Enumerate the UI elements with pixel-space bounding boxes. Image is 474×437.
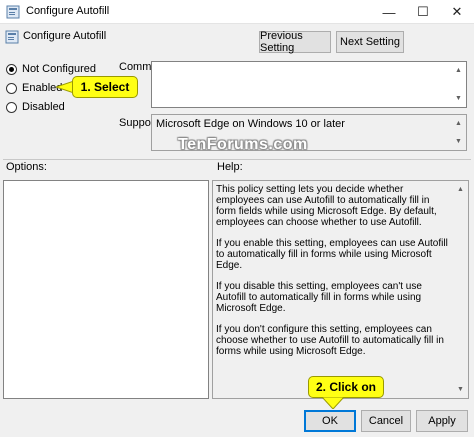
supported-scroll-down-icon[interactable]: ▼ [451, 134, 466, 149]
radio-indicator[interactable] [6, 63, 17, 75]
help-paragraph: If you enable this setting, employees ca… [216, 238, 448, 271]
previous-setting-button[interactable]: Previous Setting [259, 30, 331, 54]
ok-button[interactable]: OK [304, 410, 356, 432]
minimize-icon: — [382, 4, 396, 20]
radio-label: Not Configured [22, 63, 96, 75]
cancel-button[interactable]: Cancel [361, 410, 411, 432]
section-divider [3, 159, 471, 160]
maximize-button[interactable]: ☐ [406, 0, 440, 24]
help-paragraph: If you don't configure this setting, emp… [216, 324, 444, 357]
policy-setting-icon [5, 30, 19, 44]
radio-indicator[interactable] [6, 101, 17, 113]
radio-disabled[interactable]: Disabled [6, 100, 65, 114]
supported-scroll-up-icon[interactable]: ▲ [451, 116, 466, 131]
setting-title: Configure Autofill [23, 30, 107, 42]
window-title: Configure Autofill [26, 5, 110, 17]
title-bar: Configure Autofill — ☐ ✕ [0, 0, 474, 24]
maximize-icon: ☐ [417, 4, 429, 19]
supported-on-value: Microsoft Edge on Windows 10 or later [156, 118, 345, 130]
radio-enabled[interactable]: Enabled [6, 81, 62, 95]
minimize-button[interactable]: — [372, 0, 406, 24]
radio-label: Disabled [22, 101, 65, 113]
help-scroll-down-icon[interactable]: ▼ [453, 382, 468, 397]
policy-app-icon [6, 5, 20, 19]
select-callout: 1. Select [72, 76, 138, 98]
close-icon: ✕ [451, 4, 463, 19]
apply-button[interactable]: Apply [416, 410, 468, 432]
comment-scroll-up-icon[interactable]: ▲ [451, 63, 466, 78]
help-paragraph: This policy setting lets you decide whet… [216, 184, 437, 228]
close-button[interactable]: ✕ [440, 0, 474, 24]
options-pane [3, 180, 209, 399]
comment-textarea[interactable]: ▲ ▼ [151, 61, 467, 108]
options-label: Options: [6, 161, 47, 173]
comment-scroll-down-icon[interactable]: ▼ [451, 91, 466, 106]
radio-not-configured[interactable]: Not Configured [6, 62, 96, 76]
help-paragraph: If you disable this setting, employees c… [216, 281, 422, 314]
callout-pointer [322, 397, 344, 409]
watermark-text: TenForums.com [178, 136, 308, 153]
help-label: Help: [217, 161, 243, 173]
click-on-callout: 2. Click on [308, 376, 384, 398]
next-setting-button[interactable]: Next Setting [336, 31, 404, 53]
help-scroll-up-icon[interactable]: ▲ [453, 182, 468, 197]
radio-indicator[interactable] [6, 82, 17, 94]
help-pane: This policy setting lets you decide whet… [212, 180, 469, 399]
